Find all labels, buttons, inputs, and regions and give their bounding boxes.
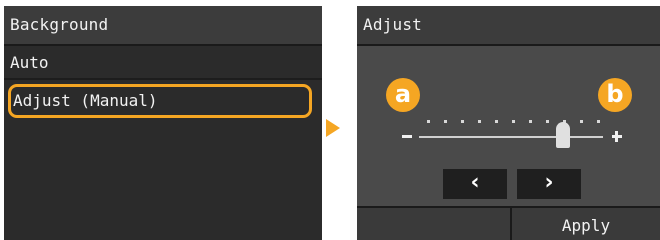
menu-item-adjust-manual[interactable]: Adjust (Manual) — [8, 84, 312, 118]
adjust-screen: Adjust a b ‹ › Apply — [357, 6, 660, 240]
slider-tick — [597, 120, 600, 123]
slider-knob[interactable] — [556, 122, 570, 148]
increase-button[interactable]: › — [517, 169, 581, 199]
background-screen: Background Auto Adjust (Manual) — [4, 6, 322, 240]
slider-tick — [546, 120, 549, 123]
bottom-bar: Apply — [357, 206, 660, 240]
slider-tick — [495, 120, 498, 123]
screen-title: Adjust — [357, 6, 660, 46]
slider-tick — [478, 120, 481, 123]
slider-tick — [512, 120, 515, 123]
screen-title: Background — [4, 6, 322, 46]
slider-tick — [529, 120, 532, 123]
adjust-panel: a b ‹ › — [357, 46, 660, 206]
slider-track[interactable] — [419, 136, 603, 138]
slider-tick — [580, 120, 583, 123]
slider-tick — [461, 120, 464, 123]
decrease-button[interactable]: ‹ — [443, 169, 507, 199]
apply-button[interactable]: Apply — [512, 208, 660, 240]
slider-tick — [444, 120, 447, 123]
slider-tick — [427, 120, 430, 123]
callout-badge-b: b — [598, 78, 632, 112]
minus-icon — [402, 135, 412, 138]
plus-icon-vertical — [615, 131, 618, 142]
menu-item-auto[interactable]: Auto — [4, 46, 322, 80]
callout-badge-a: a — [386, 78, 420, 112]
arrow-right-icon — [326, 119, 340, 137]
